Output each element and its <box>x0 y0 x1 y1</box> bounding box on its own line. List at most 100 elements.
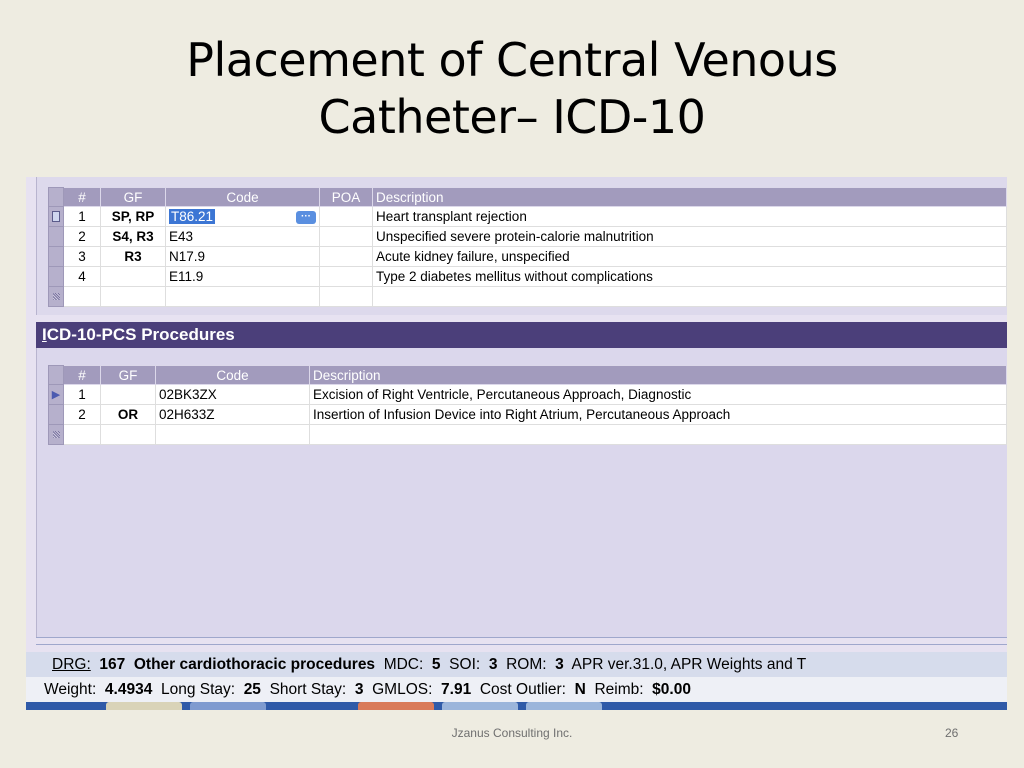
slide-footer: Jzanus Consulting Inc. <box>451 726 573 740</box>
new-row-selector[interactable] <box>48 424 64 445</box>
gmlos-label: GMLOS: <box>372 681 433 698</box>
diagnosis-num: 4 <box>63 266 101 287</box>
weight-status-bar: Weight: 4.4934 Long Stay: 25 Short Stay:… <box>26 677 1007 702</box>
diagnosis-code[interactable]: E43 <box>165 226 320 247</box>
soi-label: SOI: <box>449 656 481 673</box>
procedure-row[interactable]: ▶ 1 02BK3ZX Excision of Right Ventricle,… <box>48 384 1007 405</box>
diagnosis-col-num[interactable]: # <box>63 187 101 207</box>
procedure-num: 2 <box>63 404 101 425</box>
diagnosis-gf[interactable] <box>100 266 166 287</box>
reimb-label: Reimb: <box>594 681 644 698</box>
lookup-ellipsis-button[interactable]: ··· <box>296 211 316 224</box>
diagnosis-description: Type 2 diabetes mellitus without complic… <box>372 266 1007 287</box>
procedure-code[interactable]: 02BK3ZX <box>155 384 310 405</box>
diagnosis-gf[interactable]: R3 <box>100 246 166 267</box>
new-row-code-cell[interactable] <box>155 424 310 445</box>
procedure-code[interactable]: 02H633Z <box>155 404 310 425</box>
taskbar-button[interactable] <box>442 702 518 710</box>
new-row-description-cell[interactable] <box>372 286 1007 307</box>
new-row-code-cell[interactable] <box>165 286 320 307</box>
procedures-col-num[interactable]: # <box>63 365 101 385</box>
current-row-icon <box>52 211 60 222</box>
diagnosis-row[interactable]: 3 R3 N17.9 Acute kidney failure, unspeci… <box>48 246 1007 267</box>
diagnosis-poa[interactable] <box>319 226 373 247</box>
procedure-gf[interactable]: OR <box>100 404 156 425</box>
rom-label: ROM: <box>506 656 547 673</box>
diagnosis-poa[interactable] <box>319 206 373 227</box>
diagnosis-description: Unspecified severe protein-calorie malnu… <box>372 226 1007 247</box>
procedures-col-description[interactable]: Description <box>309 365 1007 385</box>
drg-description: Other cardiothoracic procedures <box>133 656 376 673</box>
mdc-label: MDC: <box>383 656 424 673</box>
row-selector[interactable] <box>48 226 64 247</box>
procedures-col-code[interactable]: Code <box>155 365 310 385</box>
rom-value: 3 <box>555 656 564 673</box>
cost-outlier-value: N <box>574 681 586 698</box>
new-row-selector[interactable] <box>48 286 64 307</box>
diagnosis-col-description[interactable]: Description <box>372 187 1007 207</box>
procedures-grid: # GF Code Description ▶ 1 02BK3ZX Excisi… <box>48 365 1007 445</box>
mdc-value: 5 <box>431 656 441 673</box>
new-row-gf-cell[interactable] <box>100 424 156 445</box>
diagnosis-poa[interactable] <box>319 266 373 287</box>
row-selector-header <box>48 187 64 207</box>
diagnosis-new-row[interactable] <box>48 286 1007 307</box>
taskbar-button[interactable] <box>106 702 182 710</box>
procedures-header-row: # GF Code Description <box>48 365 1007 385</box>
diagnosis-gf[interactable]: S4, R3 <box>100 226 166 247</box>
row-selector[interactable]: ▶ <box>48 384 64 405</box>
weight-value: 4.4934 <box>104 681 153 698</box>
pcs-procedures-section-header[interactable]: ICD-10-PCS Procedures <box>36 322 1007 348</box>
diagnosis-code-cell[interactable]: T86.21 ··· <box>165 206 320 227</box>
diagnosis-col-poa[interactable]: POA <box>319 187 373 207</box>
diagnosis-col-code[interactable]: Code <box>165 187 320 207</box>
diagnosis-grid: # GF Code POA Description 1 SP, RP T86.2… <box>48 187 1007 307</box>
pcs-header-title: CD-10-PCS Procedures <box>46 325 235 344</box>
taskbar-button[interactable] <box>358 702 434 710</box>
screenshot-application-window: # GF Code POA Description 1 SP, RP T86.2… <box>26 177 1007 710</box>
diagnosis-row[interactable]: 1 SP, RP T86.21 ··· Heart transplant rej… <box>48 206 1007 227</box>
diagnosis-col-gf[interactable]: GF <box>100 187 166 207</box>
diagnosis-gf[interactable]: SP, RP <box>100 206 166 227</box>
short-stay-label: Short Stay: <box>269 681 347 698</box>
diagnosis-row[interactable]: 4 E11.9 Type 2 diabetes mellitus without… <box>48 266 1007 287</box>
drg-link[interactable]: DRG: <box>52 656 91 673</box>
procedure-gf[interactable] <box>100 384 156 405</box>
diagnosis-code[interactable]: E11.9 <box>165 266 320 287</box>
short-stay-value: 3 <box>354 681 364 698</box>
procedure-description: Insertion of Infusion Device into Right … <box>309 404 1007 425</box>
procedure-num: 1 <box>63 384 101 405</box>
taskbar-button[interactable] <box>526 702 602 710</box>
diagnosis-description: Acute kidney failure, unspecified <box>372 246 1007 267</box>
procedure-description: Excision of Right Ventricle, Percutaneou… <box>309 384 1007 405</box>
reimb-value: $0.00 <box>652 681 691 698</box>
diagnosis-num: 1 <box>63 206 101 227</box>
new-row-gf-cell[interactable] <box>100 286 166 307</box>
procedure-new-row[interactable] <box>48 424 1007 445</box>
taskbar-button[interactable] <box>190 702 266 710</box>
row-selector[interactable] <box>48 206 64 227</box>
row-selector[interactable] <box>48 404 64 425</box>
new-row-num-cell[interactable] <box>63 424 101 445</box>
diagnosis-code[interactable]: N17.9 <box>165 246 320 267</box>
slide-title-line2: Catheter– ICD-10 <box>318 90 706 144</box>
new-row-description-cell[interactable] <box>309 424 1007 445</box>
diagnosis-row[interactable]: 2 S4, R3 E43 Unspecified severe protein-… <box>48 226 1007 247</box>
long-stay-value: 25 <box>243 681 261 698</box>
procedures-col-gf[interactable]: GF <box>100 365 156 385</box>
diagnosis-poa[interactable] <box>319 246 373 267</box>
diagnosis-code-input[interactable]: T86.21 <box>169 209 216 224</box>
current-row-arrow-icon: ▶ <box>51 389 61 401</box>
new-row-poa-cell[interactable] <box>319 286 373 307</box>
slide-title: Placement of Central Venous Catheter– IC… <box>0 32 1024 146</box>
diagnosis-num: 3 <box>63 246 101 267</box>
row-selector-header <box>48 365 64 385</box>
procedure-row[interactable]: 2 OR 02H633Z Insertion of Infusion Devic… <box>48 404 1007 425</box>
diagnosis-description: Heart transplant rejection <box>372 206 1007 227</box>
panel-divider <box>36 637 1007 645</box>
new-row-num-cell[interactable] <box>63 286 101 307</box>
row-selector[interactable] <box>48 246 64 267</box>
slide-page-number: 26 <box>945 726 959 740</box>
row-selector[interactable] <box>48 266 64 287</box>
slide-title-line1: Placement of Central Venous <box>186 33 838 87</box>
